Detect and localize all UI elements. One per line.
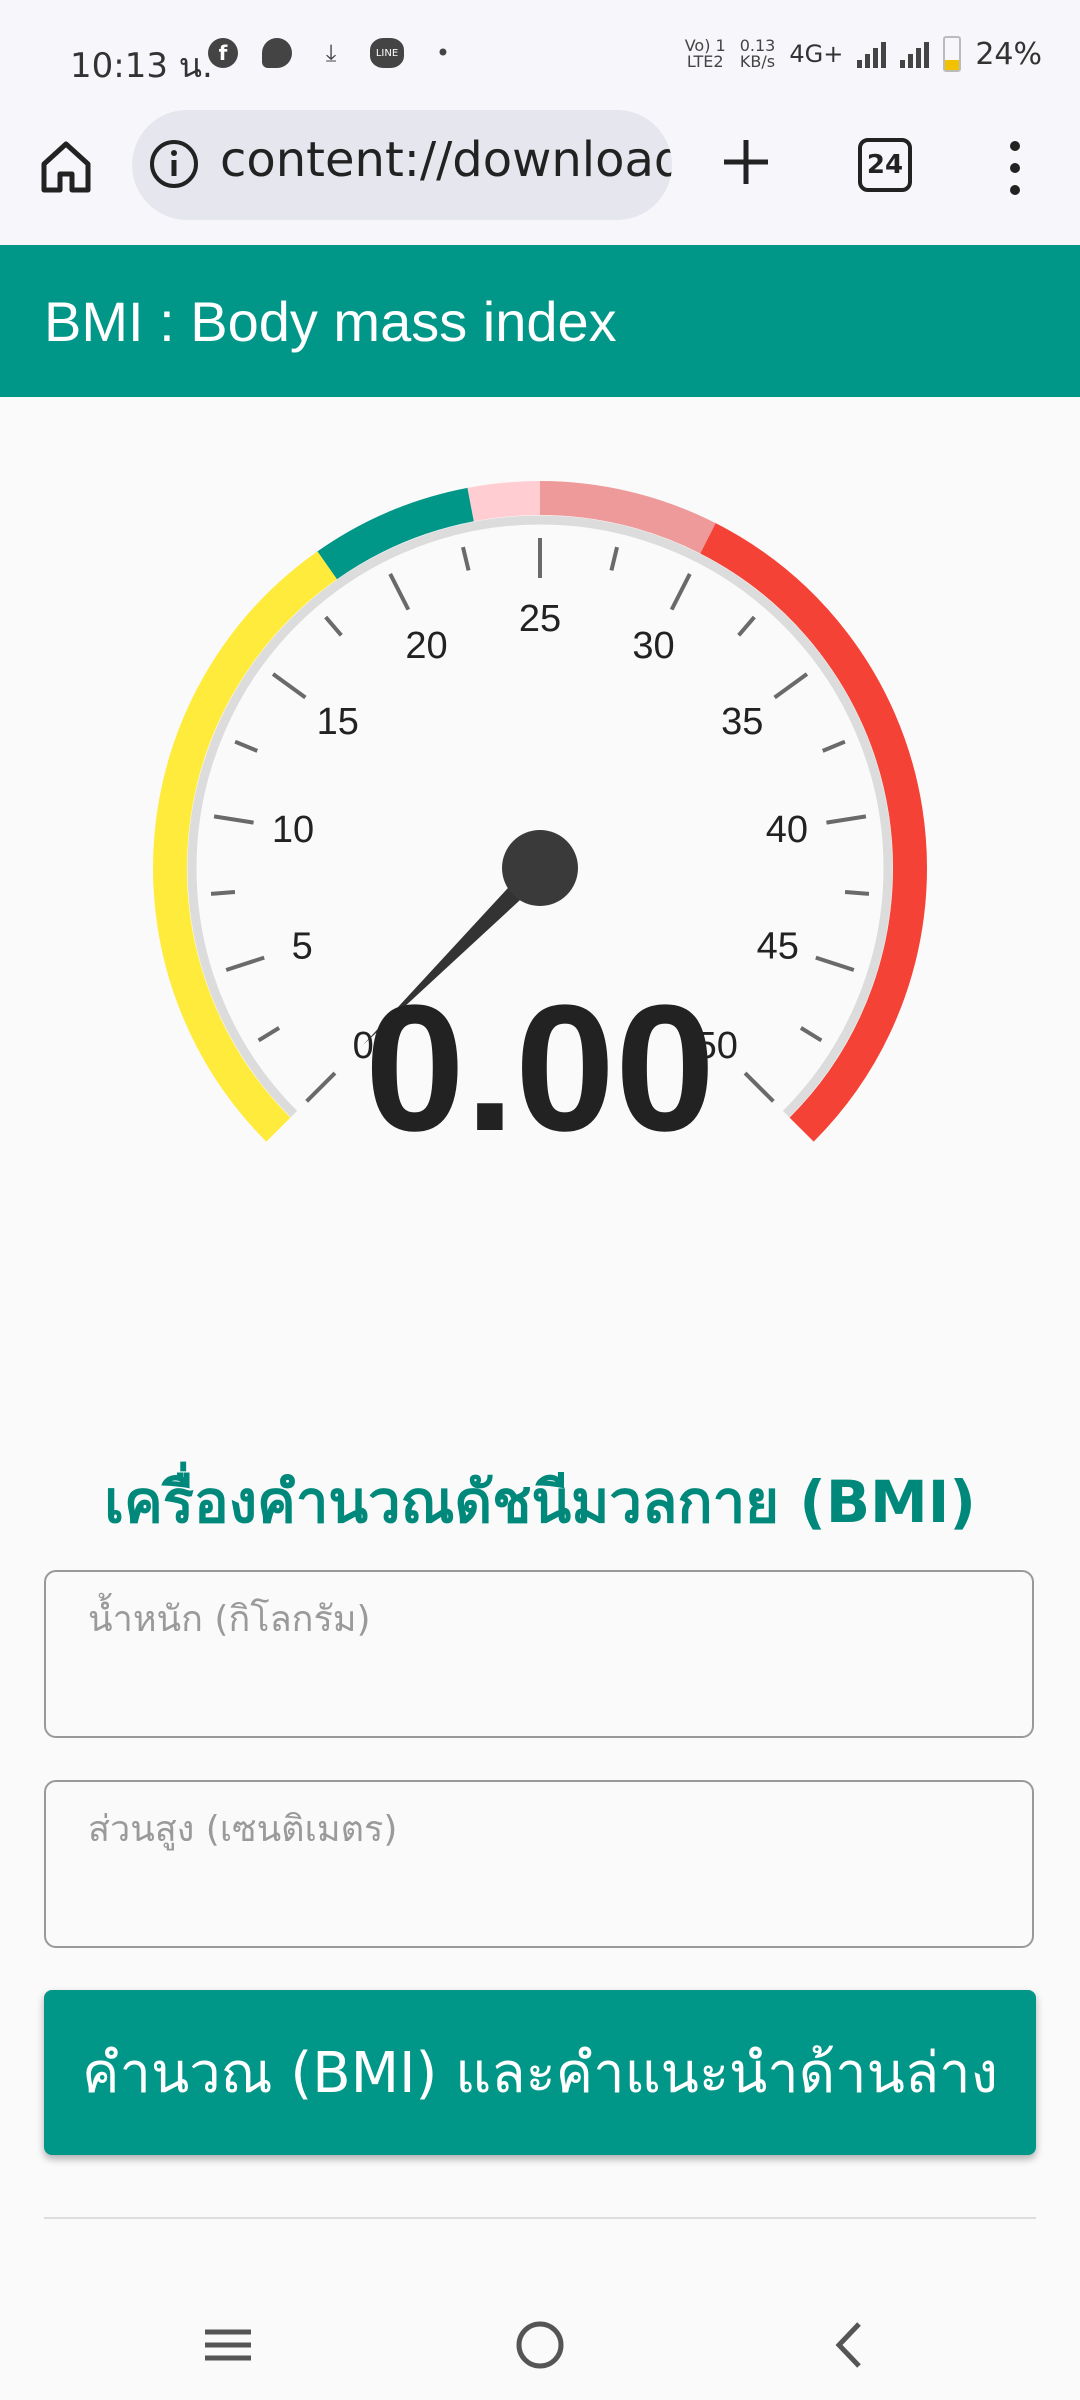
divider [44,2217,1036,2219]
battery-percent: 24% [975,36,1042,72]
calculate-button[interactable]: คำนวณ (BMI) และคำแนะนำด้านล่าง [44,1990,1036,2155]
gauge-major-tick [271,672,307,700]
gauge-minor-tick [609,546,619,571]
new-tab-icon[interactable] [716,132,776,192]
gauge-minor-tick [461,546,471,571]
status-bar: 10:13 น. f ⤓ LINE • Vo) 1 LTE2 0.13 KB/s… [0,0,1080,110]
gauge-minor-tick [210,890,236,896]
notification-icons: f ⤓ LINE • [208,38,458,68]
weight-field[interactable]: น้ำหนัก (กิโลกรัม) [44,1570,1034,1738]
system-nav-bar [0,2280,1080,2400]
gauge-major-tick [826,814,867,825]
gauge-major-tick [388,573,411,611]
url-bar[interactable]: content://download [132,110,672,220]
gauge-minor-tick [324,615,343,637]
gauge-minor-tick [844,890,870,896]
page-title: BMI : Body mass index [44,290,617,353]
gauge-tick-label: 10 [272,809,314,851]
volte-bottom: LTE2 [686,52,724,71]
speed-unit: KB/s [739,52,776,71]
height-field[interactable]: ส่วนสูง (เซนติเมตร) [44,1780,1034,1948]
info-icon[interactable] [148,138,200,190]
data-speed: 0.13 KB/s [740,38,776,70]
messenger-icon [262,38,292,68]
gauge-tick-label: 25 [519,598,561,640]
home-nav-icon[interactable] [505,2310,575,2380]
facebook-icon: f [208,38,238,68]
signal-icon [857,40,887,68]
network-type: 4G+ [789,40,844,68]
download-icon: ⤓ [325,39,337,67]
back-icon[interactable] [815,2310,885,2380]
calculator-title: เครื่องคำนวณดัชนีมวลกาย (BMI) [104,1468,976,1536]
gauge-tick-label: 20 [405,625,447,667]
recent-apps-icon[interactable] [193,2310,263,2380]
tab-switcher-button[interactable]: 24 [858,138,912,192]
gauge-minor-tick [821,739,846,753]
height-input[interactable] [86,1860,990,1922]
home-icon[interactable] [36,136,96,196]
battery-icon [943,36,962,72]
gauge-minor-tick [234,739,259,753]
gauge-tick-label: 15 [317,701,359,743]
gauge-major-tick [773,672,809,700]
volte-indicator: Vo) 1 LTE2 [685,38,726,70]
more-notifications-icon: • [435,39,451,67]
app-header: BMI : Body mass index [0,245,1080,397]
url-text[interactable]: content://download [220,132,672,188]
gauge-needle-hub [502,830,578,906]
bmi-gauge: 0 5 10 15 20 25 30 35 40 45 50 0.00 [0,400,1080,1300]
weight-label: น้ำหนัก (กิโลกรัม) [88,1599,371,1640]
weight-input[interactable] [86,1650,990,1712]
height-label: ส่วนสูง (เซนติเมตร) [88,1809,398,1850]
gauge-tick-label: 45 [757,925,799,967]
signal-icon-2 [900,40,930,68]
gauge-tick-label: 40 [766,809,808,851]
gauge-tick-label: 35 [721,701,763,743]
gauge-tick-label: 5 [292,925,313,967]
bmi-value: 0.00 [364,968,716,1169]
gauge-zone-2 [467,481,541,522]
status-right: Vo) 1 LTE2 0.13 KB/s 4G+ 24% [685,36,1042,72]
gauge-major-tick [213,814,254,825]
gauge-major-tick [669,573,692,611]
line-icon: LINE [370,38,404,68]
status-time: 10:13 น. [70,46,213,86]
browser-toolbar: content://download 24 [0,110,1080,245]
gauge-tick-label: 30 [632,625,674,667]
gauge-minor-tick [737,615,756,637]
overflow-menu-icon[interactable] [1000,138,1030,198]
